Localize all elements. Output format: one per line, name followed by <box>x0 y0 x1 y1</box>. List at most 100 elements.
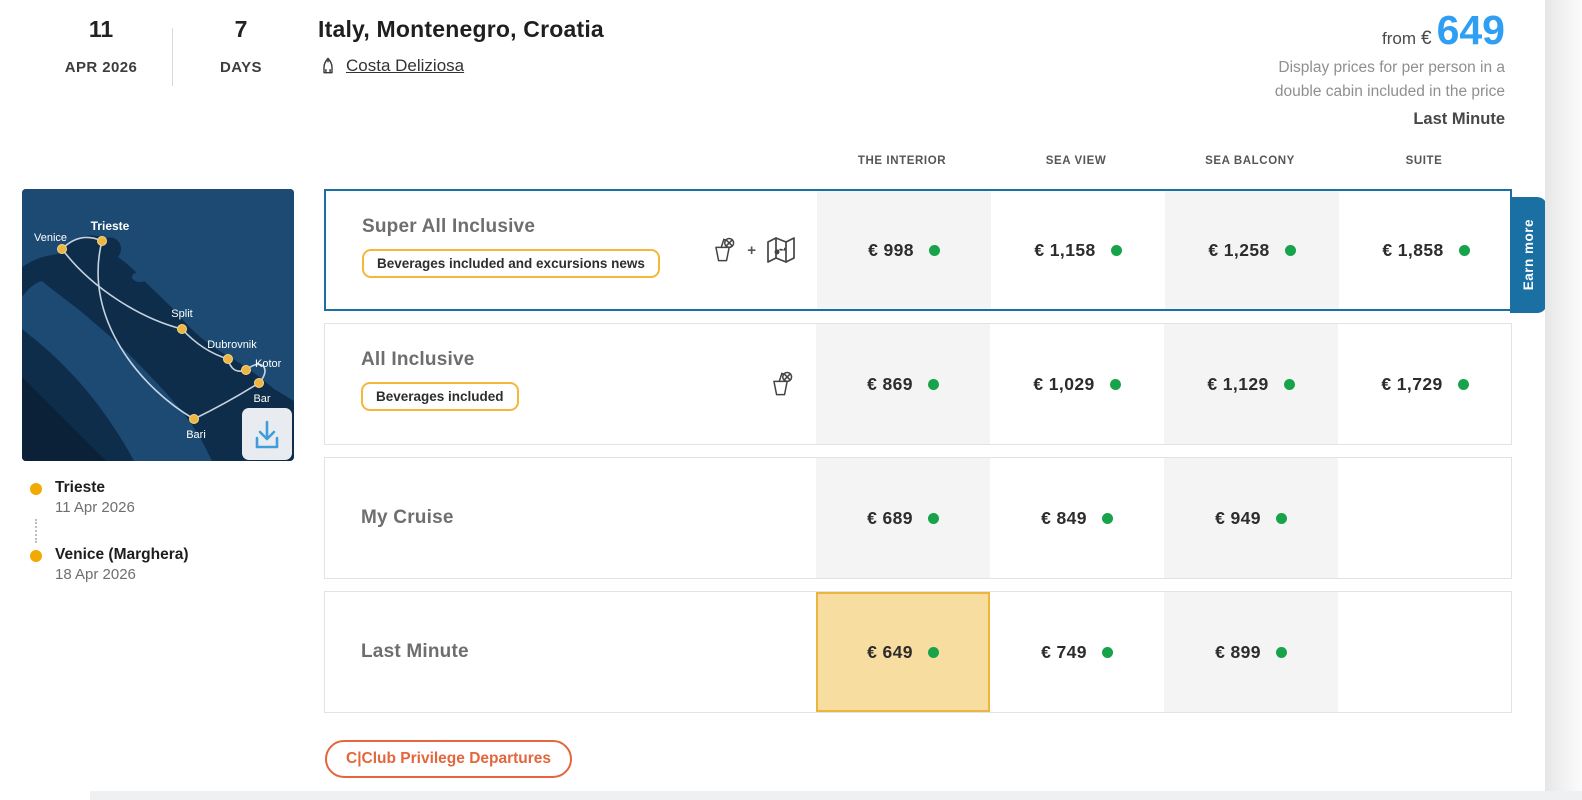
port-dot-dubrovnik <box>223 354 233 364</box>
availability-dot <box>1458 244 1470 256</box>
earn-more-label: Earn more <box>1521 219 1536 291</box>
fare-name: My Cruise <box>361 507 454 528</box>
cruise-duration: 7 DAYS <box>182 16 300 76</box>
fare-badge: Beverages included and excursions news <box>362 249 660 278</box>
earn-more-tab[interactable]: Earn more <box>1510 197 1547 313</box>
price-cell-suite <box>1338 592 1512 712</box>
price-cell-the-interior[interactable]: € 649 <box>816 592 990 712</box>
availability-dot <box>927 512 939 524</box>
availability-dot <box>927 646 939 658</box>
fare-row-label-zone: Super All Inclusive Beverages included an… <box>326 191 817 309</box>
best-price-category: Last Minute <box>1413 110 1505 129</box>
price-cell-sea-view[interactable]: € 1,158 <box>991 191 1165 309</box>
port-label-venice: Venice <box>34 232 67 244</box>
column-header-sea-balcony: SEA BALCONY <box>1205 155 1295 167</box>
price-value: € 1,858 <box>1382 239 1444 260</box>
price-value: € 1,029 <box>1033 373 1095 394</box>
price-cell-sea-balcony[interactable]: € 899 <box>1164 592 1338 712</box>
availability-dot <box>1101 646 1113 658</box>
itinerary-stop: Trieste 11 Apr 2026 <box>30 479 189 516</box>
port-label-trieste: Trieste <box>91 219 130 233</box>
price-cell-sea-view[interactable]: € 1,029 <box>990 324 1164 444</box>
page-title: Italy, Montenegro, Croatia <box>318 16 604 42</box>
next-card-edge <box>90 791 1582 800</box>
price-value: € 1,129 <box>1207 373 1269 394</box>
price-cell-suite[interactable]: € 1,729 <box>1338 324 1512 444</box>
price-from-label: from <box>1382 29 1416 48</box>
fare-row-all-inclusive[interactable]: All Inclusive Beverages included € 869 € 1,… <box>324 323 1512 445</box>
port-label-bar: Bar <box>253 393 270 405</box>
price-cell-sea-balcony[interactable]: € 1,258 <box>1165 191 1339 309</box>
fare-icons: + <box>708 235 797 265</box>
price-value: € 1,729 <box>1381 373 1443 394</box>
price-cell-sea-view[interactable]: € 749 <box>990 592 1164 712</box>
fare-row-last-minute[interactable]: Last Minute € 649 € 749 € 899 <box>324 591 1512 713</box>
map-island <box>132 272 148 282</box>
fare-row-super-all-inclusive[interactable]: Super All Inclusive Beverages included an… <box>324 189 1547 313</box>
port-dot-bar <box>254 378 264 388</box>
fare-badge: Beverages included <box>361 382 519 411</box>
departure-month-year: APR 2026 <box>64 59 138 76</box>
price-value: € 869 <box>867 373 913 394</box>
fare-name: Last Minute <box>361 641 469 662</box>
price-from-value: 649 <box>1436 7 1505 53</box>
fare-name: All Inclusive <box>361 349 475 370</box>
duration-value: 7 <box>234 16 248 42</box>
price-disclaimer: Display prices for per person in a doubl… <box>1274 59 1505 101</box>
port-label-split: Split <box>171 308 192 320</box>
availability-dot <box>928 244 940 256</box>
availability-dot <box>1275 512 1287 524</box>
price-cell-sea-balcony[interactable]: € 1,129 <box>1164 324 1338 444</box>
price-cell-the-interior[interactable]: € 869 <box>816 324 990 444</box>
cruise-title-block: Italy, Montenegro, Croatia Costa Delizio… <box>318 16 604 76</box>
port-label-dubrovnik: Dubrovnik <box>207 339 257 351</box>
cclub-privilege-departures-button[interactable]: C|Club Privilege Departures <box>325 740 573 778</box>
drink-icon <box>708 235 738 265</box>
stop-dot <box>30 483 42 495</box>
stop-date: 18 Apr 2026 <box>55 566 136 583</box>
column-header-sea-view: SEA VIEW <box>1045 155 1107 167</box>
column-header-interior: THE INTERIOR <box>857 155 947 167</box>
price-value: € 749 <box>1041 641 1087 662</box>
duration-label: DAYS <box>220 59 262 76</box>
itinerary-stop: Venice (Marghera) 18 Apr 2026 <box>30 546 189 583</box>
ship-icon <box>318 56 338 76</box>
stop-name: Trieste <box>55 479 105 496</box>
port-dot-bari <box>189 414 199 424</box>
price-cell-suite <box>1338 458 1512 578</box>
map-download-button[interactable] <box>242 408 292 460</box>
availability-dot <box>1110 244 1122 256</box>
port-dot-split <box>177 324 187 334</box>
stop-dot <box>30 550 42 562</box>
departure-day: 11 <box>88 16 114 42</box>
itinerary-map[interactable]: Venice Trieste Split Dubrovnik Kotor Bar… <box>22 189 294 461</box>
fare-row-my-cruise[interactable]: My Cruise € 689 € 849 € 949 <box>324 457 1512 579</box>
map-icon <box>765 236 797 264</box>
cabin-column-headers: THE INTERIOR SEA VIEW SEA BALCONY SUITE <box>815 155 1511 167</box>
availability-dot <box>1284 244 1296 256</box>
price-cell-the-interior[interactable]: € 689 <box>816 458 990 578</box>
drink-icon <box>766 369 796 399</box>
column-header-suite: SUITE <box>1405 155 1443 167</box>
port-dot-venice <box>57 244 67 254</box>
availability-dot <box>1457 378 1469 390</box>
price-value: € 899 <box>1215 641 1261 662</box>
price-cell-suite[interactable]: € 1,858 <box>1339 191 1513 309</box>
ship-name-link[interactable]: Costa Deliziosa <box>346 56 464 76</box>
fare-table: Super All Inclusive Beverages included an… <box>324 189 1547 725</box>
departure-date: 11 APR 2026 <box>40 16 162 76</box>
fare-row-label-zone: Last Minute <box>325 592 816 712</box>
header-divider <box>172 28 173 86</box>
price-cell-sea-view[interactable]: € 849 <box>990 458 1164 578</box>
stop-name: Venice (Marghera) <box>55 546 189 563</box>
price-currency: € <box>1421 28 1432 49</box>
price-value: € 998 <box>868 239 914 260</box>
availability-dot <box>927 378 939 390</box>
price-value: € 849 <box>1041 507 1087 528</box>
price-cell-the-interior[interactable]: € 998 <box>817 191 991 309</box>
price-cell-sea-balcony[interactable]: € 949 <box>1164 458 1338 578</box>
page-edge-band <box>1545 0 1582 800</box>
fare-row-label-zone: My Cruise <box>325 458 816 578</box>
fare-icons <box>766 369 796 399</box>
plus-icon: + <box>747 241 756 259</box>
